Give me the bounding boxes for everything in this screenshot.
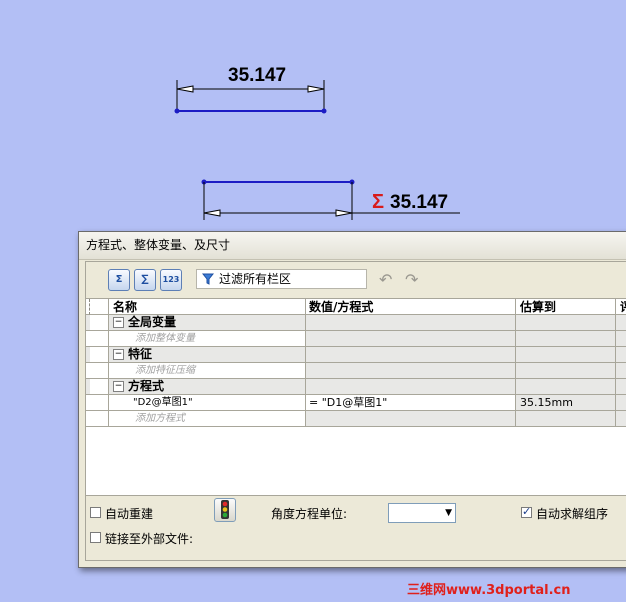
table-cell (516, 379, 616, 395)
add-equation-row[interactable]: 添加方程式 (86, 411, 626, 427)
add-feature-row[interactable]: 添加特征压缩 (86, 363, 626, 379)
table-cell (306, 411, 516, 427)
row-selector (90, 395, 109, 411)
ordered-view-button[interactable]: 123 (160, 269, 182, 291)
table-cell (516, 347, 616, 363)
row-selector (90, 379, 109, 395)
filter-text: 过滤所有栏区 (219, 272, 292, 286)
add-feature-suppression-placeholder[interactable]: 添加特征压缩 (109, 363, 306, 379)
sigma-icon: Σ (372, 191, 385, 213)
funnel-icon (202, 273, 214, 285)
angle-unit-select[interactable]: ▼ (388, 503, 456, 523)
equation-value-cell[interactable]: = "D1@草图1" (306, 395, 516, 411)
equation-estimate-cell: 35.15mm (516, 395, 616, 411)
group-row-features[interactable]: − 特征 (86, 347, 626, 363)
column-header-comment[interactable]: 评 (616, 299, 626, 315)
table-cell (616, 315, 626, 331)
column-header-estimate[interactable]: 估算到 (516, 299, 616, 315)
dialog-body: Σ ∑ 123 过滤所有栏区 ↶ ↷ 名称 数值/方程式 估算到 − 全局变量 … (85, 261, 626, 561)
table-cell (306, 331, 516, 347)
traffic-light-icon (221, 500, 229, 519)
dimension-arrow (307, 85, 325, 93)
table-cell (516, 331, 616, 347)
traffic-light-button[interactable] (214, 498, 236, 522)
redo-icon[interactable]: ↷ (405, 272, 418, 288)
table-cell (516, 411, 616, 427)
dialog-title[interactable]: 方程式、整体变量、及尺寸 (79, 232, 626, 260)
row-selector (90, 347, 109, 363)
sketch-equation-view-button[interactable]: ∑ (134, 269, 156, 291)
equation-view-button[interactable]: Σ (108, 269, 130, 291)
group-row-equations[interactable]: − 方程式 (86, 379, 626, 395)
group-title: 特征 (128, 347, 153, 361)
sketch-endpoint[interactable] (174, 108, 180, 114)
add-global-row[interactable]: 添加整体变量 (86, 331, 626, 347)
equation-comment-cell[interactable] (616, 395, 626, 411)
dialog-footer: 自动重建 链接至外部文件: 角度方程单位: ▼ 自动求解组序 (86, 494, 626, 560)
group-title: 方程式 (128, 379, 165, 393)
filter-input[interactable]: 过滤所有栏区 (196, 269, 367, 289)
table-cell (616, 411, 626, 427)
equation-name-cell[interactable]: "D2@草图1" (109, 395, 306, 411)
dimension-arrow (335, 209, 353, 217)
add-global-variable-placeholder[interactable]: 添加整体变量 (109, 331, 306, 347)
add-equation-placeholder[interactable]: 添加方程式 (109, 411, 306, 427)
dimension-label-d1[interactable]: 35.147 (228, 65, 286, 87)
group-label: − 方程式 (109, 379, 306, 395)
table-cell (516, 363, 616, 379)
equation-row[interactable]: "D2@草图1" = "D1@草图1" 35.15mm (86, 395, 626, 411)
table-cell (306, 315, 516, 331)
undo-icon[interactable]: ↶ (379, 272, 392, 288)
auto-solve-order-label: 自动求解组序 (536, 507, 609, 521)
group-label: − 特征 (109, 347, 306, 363)
equations-table: 名称 数值/方程式 估算到 评 −全局变量 添加整体变量 (86, 298, 626, 496)
link-external-checkbox[interactable] (90, 532, 101, 543)
table-cell (306, 379, 516, 395)
sketch-endpoint[interactable] (321, 108, 327, 114)
collapse-icon[interactable]: − (113, 349, 124, 360)
group-label: − 全局变量 (109, 315, 306, 331)
header-selector (90, 299, 109, 315)
ordered-123-icon: 123 (162, 275, 180, 284)
dimension-arrow (176, 85, 194, 93)
group-title: 全局变量 (128, 315, 177, 329)
table-cell (616, 331, 626, 347)
dimension-icon: ∑ (141, 274, 149, 285)
table-cell (306, 363, 516, 379)
table-cell (516, 315, 616, 331)
table-cell (616, 347, 626, 363)
group-row-global[interactable]: − 全局变量 (86, 315, 626, 331)
row-selector (90, 315, 109, 331)
angle-unit-label: 角度方程单位: (271, 507, 348, 521)
column-header-name[interactable]: 名称 (109, 299, 306, 315)
auto-solve-order-checkbox[interactable] (521, 505, 532, 518)
watermark: 三维网www.3dportal.cn (407, 583, 571, 598)
table-cell (616, 363, 626, 379)
collapse-icon[interactable]: − (113, 317, 124, 328)
equations-dialog: 方程式、整体变量、及尺寸 Σ ∑ 123 过滤所有栏区 ↶ ↷ 名称 数值/方程… (78, 231, 626, 568)
table-cell (616, 379, 626, 395)
auto-rebuild-checkbox[interactable] (90, 507, 101, 518)
auto-rebuild-label: 自动重建 (105, 507, 154, 521)
column-header-value[interactable]: 数值/方程式 (306, 299, 516, 315)
sketch-canvas[interactable] (0, 0, 626, 240)
row-selector (90, 411, 109, 427)
link-external-label: 链接至外部文件: (105, 532, 194, 546)
toolbar: Σ ∑ 123 过滤所有栏区 ↶ ↷ (86, 262, 626, 298)
dimension-arrow (203, 209, 221, 217)
row-selector (90, 363, 109, 379)
table-cell (306, 347, 516, 363)
table-header: 名称 数值/方程式 估算到 评 (86, 299, 626, 315)
row-selector (90, 331, 109, 347)
dimension-value: 35.147 (390, 192, 449, 213)
sigma-filter-icon: Σ (115, 274, 123, 285)
dimension-label-d2[interactable]: Σ 35.147 (372, 191, 448, 214)
chevron-down-icon: ▼ (445, 508, 452, 518)
collapse-icon[interactable]: − (113, 381, 124, 392)
